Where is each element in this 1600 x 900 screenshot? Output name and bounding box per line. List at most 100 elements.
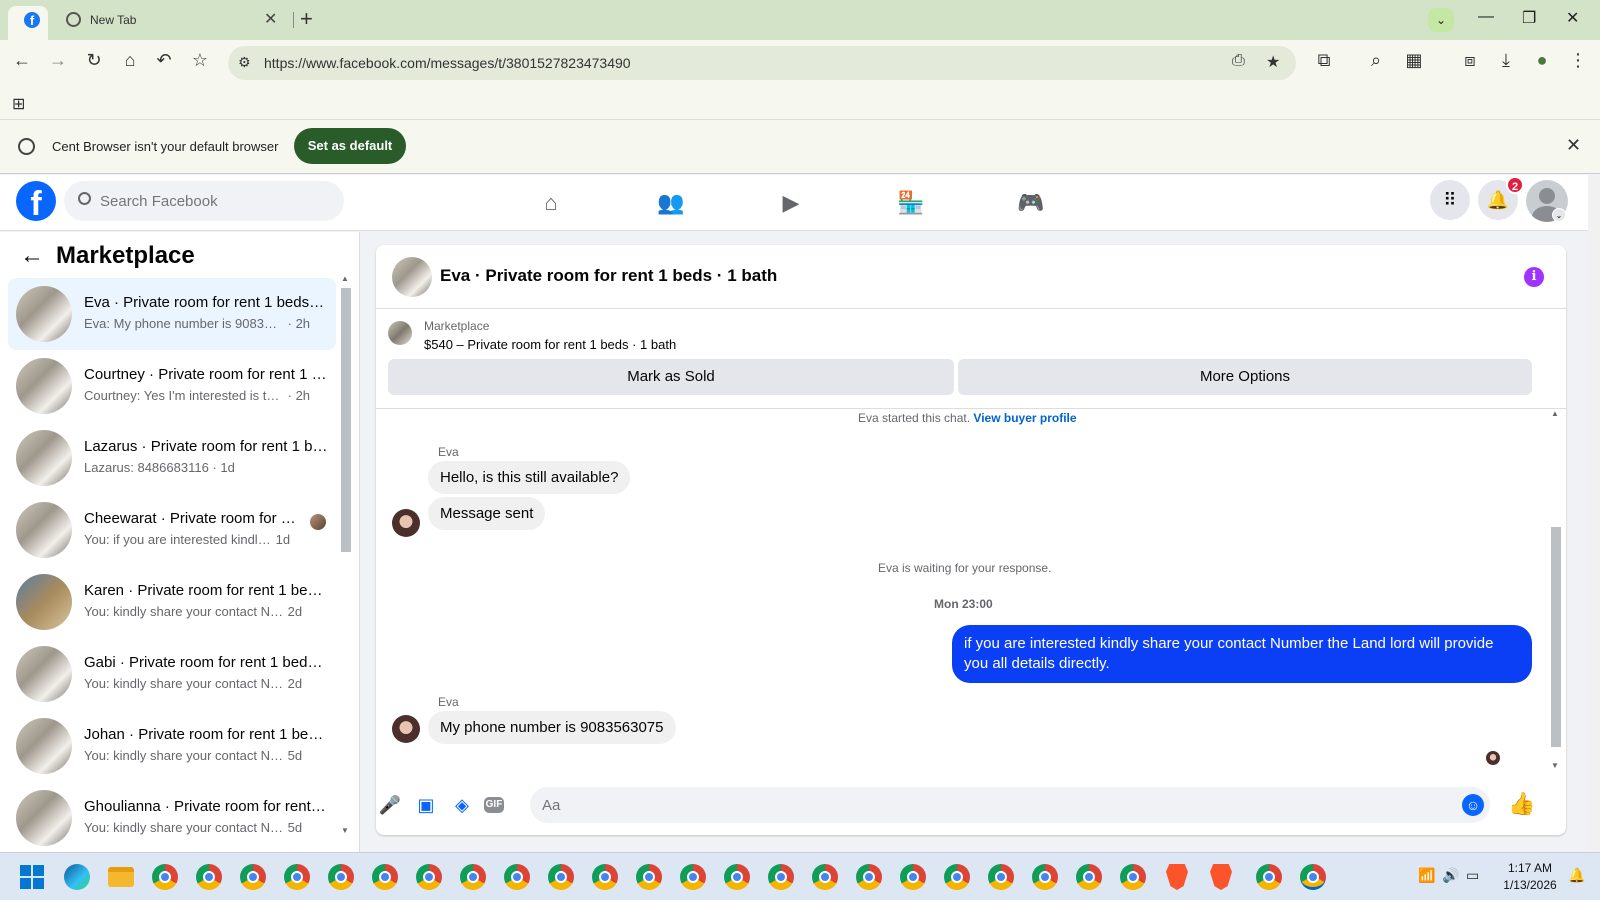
close-window-button[interactable]: ✕ (1566, 8, 1579, 28)
file-explorer-icon[interactable] (108, 867, 134, 887)
more-options-button[interactable]: More Options (958, 359, 1532, 395)
browser-app-icon[interactable] (504, 864, 530, 890)
browser-app-icon[interactable] (592, 864, 618, 890)
message-input[interactable] (542, 787, 1442, 823)
message-input-box[interactable] (530, 787, 1490, 823)
account-caret-icon[interactable]: ⌄ (1552, 208, 1566, 222)
conversation-item[interactable]: Eva · Private room for rent 1 beds · 1 b… (8, 278, 336, 350)
browser-app-icon[interactable] (724, 864, 750, 890)
download-icon[interactable]: ⤓ (1494, 50, 1518, 71)
browser-app-icon[interactable] (284, 864, 310, 890)
active-browser-app-icon[interactable] (1300, 864, 1326, 890)
thumbs-up-icon[interactable]: 👍 (1508, 791, 1535, 817)
browser-app-icon[interactable] (1120, 864, 1146, 890)
apps-grid-icon[interactable]: ⊞ (12, 94, 25, 114)
back-icon[interactable]: ← (10, 50, 34, 71)
windows-start-icon[interactable] (20, 865, 44, 889)
conversation-item[interactable]: Karen · Private room for rent 1 beds · 1… (8, 566, 336, 638)
browser-app-icon[interactable] (1032, 864, 1058, 890)
incoming-message[interactable]: My phone number is 9083563075 (428, 711, 676, 744)
view-buyer-profile-link[interactable]: View buyer profile (973, 411, 1076, 425)
listing-description[interactable]: $540 – Private room for rent 1 beds · 1 … (424, 337, 676, 352)
nav-home-icon[interactable]: ⌂ (521, 183, 581, 223)
browser-app-icon[interactable] (152, 864, 178, 890)
conversation-item[interactable]: Cheewarat · Private room for rent 1 beds… (8, 494, 336, 566)
install-app-icon[interactable]: ⎙ (1232, 52, 1245, 70)
tab-search-button[interactable]: ⌄ (1428, 8, 1454, 32)
browser-app-icon[interactable] (372, 864, 398, 890)
wifi-icon[interactable]: 📶 (1418, 867, 1435, 884)
facebook-search[interactable] (64, 181, 344, 221)
facebook-logo[interactable]: f (16, 181, 56, 221)
browser-app-icon[interactable] (856, 864, 882, 890)
conversation-item[interactable]: Gabi · Private room for rent 1 beds · 1 … (8, 638, 336, 710)
browser-app-icon[interactable] (988, 864, 1014, 890)
address-bar[interactable]: ⚙ https://www.facebook.com/messages/t/38… (228, 46, 1296, 80)
browser-app-icon[interactable] (196, 864, 222, 890)
sidebar-scrollbar[interactable]: ▲ ▼ (338, 272, 352, 838)
browser-app-icon[interactable] (636, 864, 662, 890)
browser-app-icon[interactable] (680, 864, 706, 890)
conversation-info-icon[interactable]: i (1524, 267, 1544, 287)
emoji-icon[interactable]: ☺ (1462, 794, 1484, 816)
brave-icon[interactable] (1210, 864, 1232, 890)
bookmark-page-icon[interactable]: ★ (1266, 52, 1280, 72)
close-tab-icon[interactable]: ✕ (264, 9, 277, 29)
volume-icon[interactable]: 🔊 (1442, 867, 1459, 884)
conversation-item[interactable]: Courtney · Private room for rent 1 beds … (8, 350, 336, 422)
gif-icon[interactable]: GIF (484, 797, 504, 813)
browser-app-icon[interactable] (416, 864, 442, 890)
nav-video-icon[interactable]: ▶ (761, 183, 821, 223)
set-as-default-button[interactable]: Set as default (294, 128, 406, 164)
sticker-icon[interactable]: ◈ (450, 793, 474, 817)
menu-icon[interactable]: ⋮ (1566, 50, 1590, 71)
incoming-message[interactable]: Message sent (428, 497, 546, 530)
conversation-item[interactable]: Johan · Private room for rent 1 beds · 1… (8, 710, 336, 782)
chat-scrollbar[interactable]: ▲ ▼ (1548, 409, 1562, 775)
profile-icon[interactable]: ● (1530, 50, 1554, 71)
conversation-item[interactable]: Lazarus · Private room for rent 1 beds ·… (8, 422, 336, 494)
browser-app-icon[interactable] (460, 864, 486, 890)
browser-app-icon[interactable] (900, 864, 926, 890)
browser-app-icon[interactable] (240, 864, 266, 890)
sender-avatar[interactable] (392, 715, 420, 743)
zoom-search-icon[interactable]: ⌕ (1364, 50, 1388, 71)
nav-marketplace-icon[interactable]: 🏪 (881, 183, 941, 223)
browser-app-icon[interactable] (1076, 864, 1102, 890)
undo-close-icon[interactable]: ↶ (152, 50, 176, 71)
chat-title[interactable]: Eva · Private room for rent 1 beds · 1 b… (440, 266, 777, 286)
crop-screenshot-icon[interactable]: ⧈ (1458, 50, 1482, 71)
outgoing-message[interactable]: if you are interested kindly share your … (952, 625, 1532, 683)
new-tab-button[interactable]: + (300, 6, 313, 32)
restore-button[interactable]: ❐ (1522, 8, 1536, 28)
reload-icon[interactable]: ↻ (82, 50, 106, 71)
sender-avatar[interactable] (392, 509, 420, 537)
photo-icon[interactable]: ▣ (414, 793, 438, 817)
bookmark-star-icon[interactable]: ☆ (188, 50, 212, 71)
battery-icon[interactable]: ▭ (1466, 867, 1479, 884)
browser-app-icon[interactable] (548, 864, 574, 890)
search-input[interactable] (100, 181, 330, 221)
browser-app-icon[interactable] (1256, 864, 1282, 890)
forward-icon[interactable]: → (46, 50, 70, 71)
notification-center-icon[interactable]: 🔔 (1568, 867, 1585, 884)
browser-app-icon[interactable] (944, 864, 970, 890)
minimize-button[interactable]: — (1478, 8, 1494, 26)
site-info-icon[interactable]: ⚙ (238, 54, 251, 71)
qr-code-icon[interactable]: ▦ (1402, 50, 1426, 71)
menu-grid-icon[interactable]: ⠿ (1430, 180, 1470, 220)
browser-app-icon[interactable] (768, 864, 794, 890)
listing-thumbnail[interactable] (388, 321, 412, 345)
incoming-message[interactable]: Hello, is this still available? (428, 461, 631, 494)
back-arrow-icon[interactable]: ← (20, 242, 44, 270)
url-text[interactable]: https://www.facebook.com/messages/t/3801… (264, 55, 631, 71)
chat-avatar[interactable] (392, 257, 432, 297)
microphone-icon[interactable]: 🎤 (378, 793, 402, 817)
nav-gaming-icon[interactable]: 🎮 (1001, 183, 1061, 223)
brave-icon[interactable] (1166, 864, 1188, 890)
extensions-icon[interactable]: ⧉ (1312, 50, 1336, 71)
home-icon[interactable]: ⌂ (118, 50, 142, 71)
edge-icon[interactable] (64, 864, 90, 890)
infobar-close-icon[interactable]: ✕ (1566, 135, 1581, 156)
facebook-tab[interactable]: f (8, 6, 48, 40)
